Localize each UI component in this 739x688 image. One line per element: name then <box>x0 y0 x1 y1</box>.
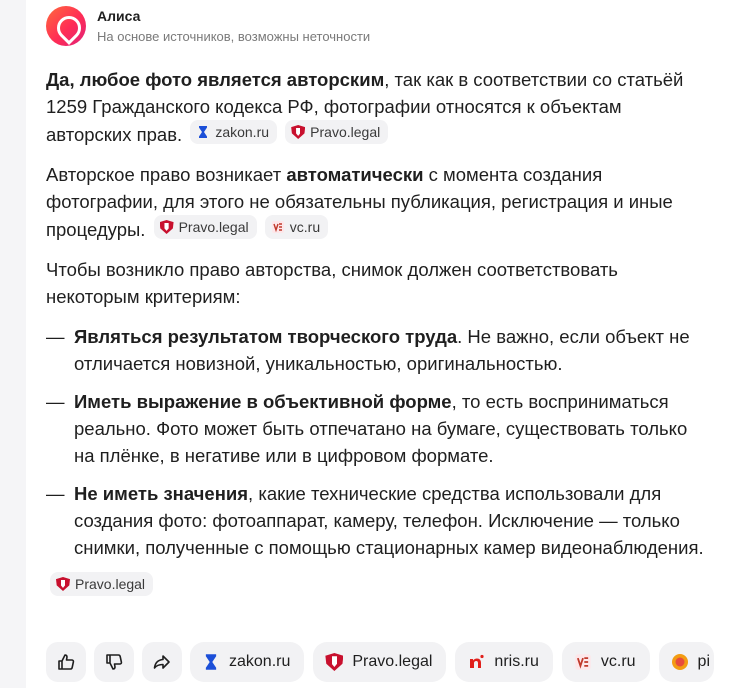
source-button-zakon[interactable]: zakon.ru <box>190 642 305 682</box>
source-chip-label: Pravo.legal <box>310 124 381 140</box>
source-button-pi[interactable]: pi <box>658 642 714 682</box>
source-chip-label: Pravo.legal <box>75 576 146 592</box>
zakon-icon <box>199 126 208 138</box>
source-chip-pravo[interactable]: Pravo.legal <box>153 215 257 239</box>
list-dash: — <box>46 391 65 412</box>
share-button[interactable] <box>142 642 182 682</box>
list-item-bold: Иметь выражение в объективной форме <box>74 391 452 412</box>
source-button-vc[interactable]: vc.ru <box>561 642 650 682</box>
dislike-button[interactable] <box>94 642 134 682</box>
list-sources: Pravo.legal <box>46 572 706 600</box>
paragraph-2: Авторское право возникает автоматически … <box>46 161 706 243</box>
thumbs-down-icon <box>106 654 123 670</box>
zakon-icon <box>205 654 217 670</box>
source-button-label: zakon.ru <box>229 653 291 670</box>
pravo-legal-icon <box>56 577 70 591</box>
source-chip-label: vc.ru <box>289 219 321 235</box>
answer-body: Да, любое фото является авторским, так к… <box>46 66 706 600</box>
share-icon <box>153 655 170 669</box>
source-button-label: pi <box>697 653 710 670</box>
pravo-legal-icon <box>159 220 174 234</box>
paragraph-1-bold: Да, любое фото является авторским <box>46 69 385 90</box>
disclaimer: На основе источников, возможны неточност… <box>97 28 371 44</box>
criteria-list: — Являться результатом творческого труда… <box>46 323 706 561</box>
source-chip-label: Pravo.legal <box>178 219 249 235</box>
paragraph-1: Да, любое фото является авторским, так к… <box>46 66 706 148</box>
source-chip-zakon[interactable]: zakon.ru <box>190 120 278 144</box>
nris-icon <box>470 654 485 668</box>
source-button-nris[interactable]: nris.ru <box>455 642 553 682</box>
paragraph-2-bold: автоматически <box>286 164 424 185</box>
thumbs-up-icon <box>58 654 75 670</box>
source-button-label: nris.ru <box>494 653 539 670</box>
source-button-label: vc.ru <box>600 653 636 670</box>
vc-icon <box>271 221 284 233</box>
source-chip-label: zakon.ru <box>215 124 270 140</box>
answer-header: Алиса На основе источников, возможны нет… <box>46 4 370 48</box>
header-text: Алиса На основе источников, возможны нет… <box>97 7 370 46</box>
source-chip-pravo[interactable]: Pravo.legal <box>285 120 389 144</box>
list-item: — Иметь выражение в объективной форме, т… <box>46 388 706 469</box>
pravo-legal-icon <box>325 653 344 671</box>
list-item: — Являться результатом творческого труда… <box>46 323 706 377</box>
like-button[interactable] <box>46 642 86 682</box>
list-item: — Не иметь значения, какие технические с… <box>46 480 706 561</box>
assistant-name: Алиса <box>97 7 141 24</box>
paragraph-2-pre: Авторское право возникает <box>46 164 287 185</box>
pi-icon <box>671 654 688 670</box>
vc-icon <box>575 654 591 670</box>
list-dash: — <box>46 483 65 504</box>
source-chip-vc[interactable]: vc.ru <box>264 215 329 239</box>
source-button-label: Pravo.legal <box>352 653 433 670</box>
list-dash: — <box>46 326 65 347</box>
pravo-legal-icon <box>291 125 306 139</box>
alice-avatar <box>46 6 86 46</box>
action-bar: zakon.ru Pravo.legal nris.ru vc.ru pi <box>46 642 723 682</box>
paragraph-3: Чтобы возникло право авторства, снимок д… <box>46 259 618 307</box>
list-item-bold: Являться результатом творческого труда <box>74 326 458 347</box>
list-item-bold: Не иметь значения <box>74 483 249 504</box>
source-chip-pravo[interactable]: Pravo.legal <box>50 572 154 596</box>
answer-card: Алиса На основе источников, возможны нет… <box>26 0 739 688</box>
source-button-pravo[interactable]: Pravo.legal <box>313 642 447 682</box>
